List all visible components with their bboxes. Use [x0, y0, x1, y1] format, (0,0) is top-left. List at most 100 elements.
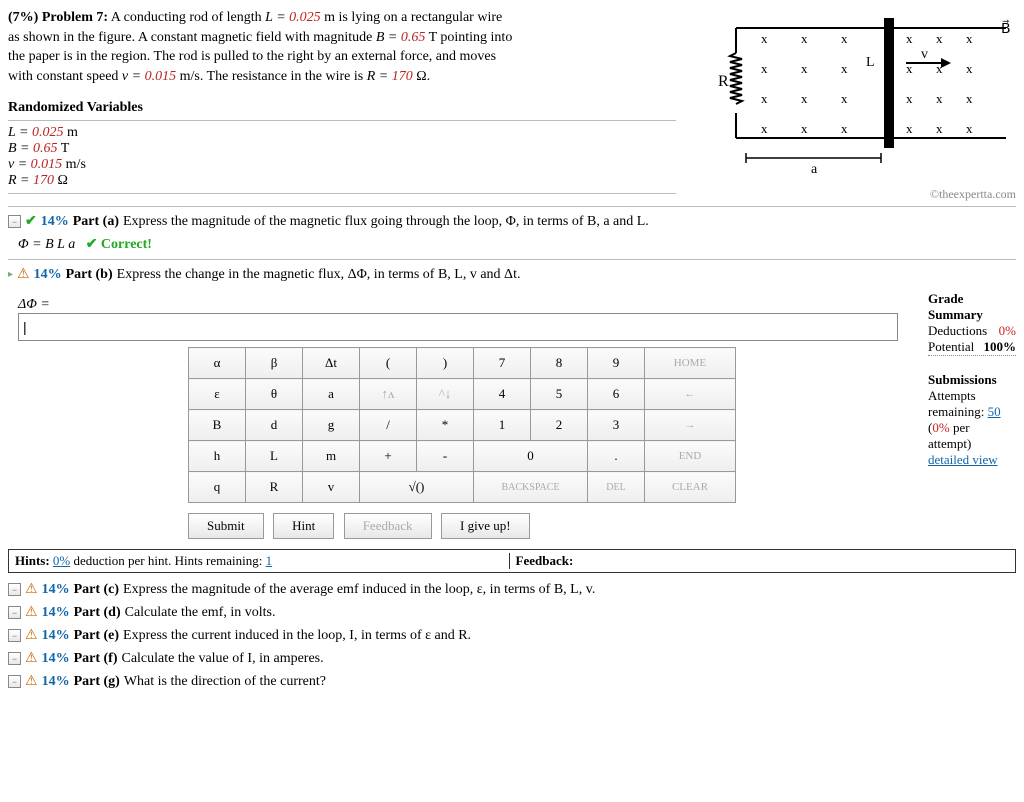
expand-icon[interactable]: ▸ — [8, 269, 13, 280]
correct-label: ✔ Correct! — [86, 237, 152, 252]
var-B: B = 0.65 T — [8, 141, 676, 157]
key-v[interactable]: v — [303, 472, 360, 503]
svg-text:x: x — [966, 91, 973, 106]
figure-label-B: B⃗ — [1001, 19, 1011, 37]
part-f-header[interactable]: − ⚠ 14% Part (f) Calculate the value of … — [8, 650, 1016, 667]
part-a-header: − ✔ 14% Part (a) Express the magnitude o… — [8, 213, 1016, 230]
key-delta-t[interactable]: Δt — [303, 348, 360, 379]
svg-text:x: x — [801, 61, 808, 76]
hint-deduction[interactable]: 0% — [53, 553, 70, 568]
var-L: L = 0.025 m — [8, 125, 676, 141]
part-b-label: Part (b) — [66, 267, 113, 283]
figure-label-v: v — [921, 47, 928, 62]
key-beta[interactable]: β — [246, 348, 303, 379]
key-right[interactable]: → — [645, 410, 736, 441]
svg-text:x: x — [841, 61, 848, 76]
svg-text:x: x — [761, 31, 768, 46]
key-multiply[interactable]: * — [417, 410, 474, 441]
key-h[interactable]: h — [189, 441, 246, 472]
svg-text:x: x — [841, 121, 848, 136]
problem-weight: (7%) — [8, 10, 38, 25]
key-2[interactable]: 2 — [531, 410, 588, 441]
key-6[interactable]: 6 — [588, 379, 645, 410]
svg-text:x: x — [936, 91, 943, 106]
key-4[interactable]: 4 — [474, 379, 531, 410]
svg-text:x: x — [936, 31, 943, 46]
svg-text:x: x — [966, 61, 973, 76]
key-clear[interactable]: CLEAR — [645, 472, 736, 503]
circuit-figure: R L v B⃗ xxxxxx xxxxxx xxxxxx xxxxxx a ©… — [696, 8, 1016, 202]
problem-statement: (7%) Problem 7: A conducting rod of leng… — [8, 8, 676, 86]
key-epsilon[interactable]: ε — [189, 379, 246, 410]
part-b-percent: 14% — [34, 267, 62, 283]
key-R[interactable]: R — [246, 472, 303, 503]
svg-text:x: x — [841, 31, 848, 46]
key-del[interactable]: DEL — [588, 472, 645, 503]
key-left[interactable]: ← — [645, 379, 736, 410]
key-divide[interactable]: / — [360, 410, 417, 441]
key-end[interactable]: END — [645, 441, 736, 472]
expand-icon[interactable]: − — [8, 652, 21, 665]
key-g[interactable]: g — [303, 410, 360, 441]
key-dot[interactable]: . — [588, 441, 645, 472]
hint-button[interactable]: Hint — [273, 513, 334, 539]
key-8[interactable]: 8 — [531, 348, 588, 379]
hints-bar: Hints: 0% deduction per hint. Hints rema… — [8, 549, 1016, 573]
svg-text:x: x — [801, 91, 808, 106]
key-1[interactable]: 1 — [474, 410, 531, 441]
expand-icon[interactable]: − — [8, 583, 21, 596]
expand-icon[interactable]: − — [8, 675, 21, 688]
key-L[interactable]: L — [246, 441, 303, 472]
check-icon: ✔ — [25, 213, 37, 230]
answer-input[interactable] — [18, 313, 898, 341]
key-7[interactable]: 7 — [474, 348, 531, 379]
key-sqrt[interactable]: √() — [360, 472, 474, 503]
part-a-answer: Φ = B L a ✔ Correct! — [18, 236, 1016, 253]
var-v: v = 0.015 m/s — [8, 157, 676, 173]
feedback-button[interactable]: Feedback — [344, 513, 432, 539]
key-q[interactable]: q — [189, 472, 246, 503]
warning-icon: ⚠ — [25, 604, 38, 621]
submit-button[interactable]: Submit — [188, 513, 264, 539]
expand-icon[interactable]: − — [8, 606, 21, 619]
randomized-variables-title: Randomized Variables — [8, 100, 676, 116]
expand-icon[interactable]: − — [8, 629, 21, 642]
key-down[interactable]: ^↓ — [417, 379, 474, 410]
figure-label-a: a — [811, 162, 818, 177]
giveup-button[interactable]: I give up! — [441, 513, 530, 539]
key-home[interactable]: HOME — [645, 348, 736, 379]
key-3[interactable]: 3 — [588, 410, 645, 441]
detailed-view-link[interactable]: detailed view — [928, 452, 998, 467]
hints-remaining[interactable]: 1 — [266, 553, 273, 568]
key-alpha[interactable]: α — [189, 348, 246, 379]
symbol-keypad: α β Δt ( ) 7 8 9 HOME ε θ a ↑ᴧ ^↓ 4 — [188, 347, 736, 503]
key-d[interactable]: d — [246, 410, 303, 441]
part-d-header[interactable]: − ⚠ 14% Part (d) Calculate the emf, in v… — [8, 604, 1016, 621]
key-theta[interactable]: θ — [246, 379, 303, 410]
grade-summary: Grade Summary Deductions0% Potential100%… — [928, 291, 1016, 468]
key-lparen[interactable]: ( — [360, 348, 417, 379]
svg-text:x: x — [906, 91, 913, 106]
part-e-header[interactable]: − ⚠ 14% Part (e) Express the current ind… — [8, 627, 1016, 644]
part-c-header[interactable]: − ⚠ 14% Part (c) Express the magnitude o… — [8, 581, 1016, 598]
collapse-icon[interactable]: − — [8, 215, 21, 228]
warning-icon: ⚠ — [25, 627, 38, 644]
key-plus[interactable]: + — [360, 441, 417, 472]
key-m[interactable]: m — [303, 441, 360, 472]
key-0[interactable]: 0 — [474, 441, 588, 472]
key-a[interactable]: a — [303, 379, 360, 410]
key-9[interactable]: 9 — [588, 348, 645, 379]
part-a-text: Express the magnitude of the magnetic fl… — [123, 214, 649, 230]
key-minus[interactable]: - — [417, 441, 474, 472]
figure-label-R: R — [718, 73, 729, 90]
key-backspace[interactable]: BACKSPACE — [474, 472, 588, 503]
part-g-header[interactable]: − ⚠ 14% Part (g) What is the direction o… — [8, 673, 1016, 690]
svg-text:x: x — [801, 31, 808, 46]
key-5[interactable]: 5 — [531, 379, 588, 410]
svg-text:x: x — [761, 91, 768, 106]
attempts-remaining[interactable]: 50 — [988, 404, 1001, 419]
key-B[interactable]: B — [189, 410, 246, 441]
svg-text:x: x — [761, 121, 768, 136]
key-up[interactable]: ↑ᴧ — [360, 379, 417, 410]
key-rparen[interactable]: ) — [417, 348, 474, 379]
